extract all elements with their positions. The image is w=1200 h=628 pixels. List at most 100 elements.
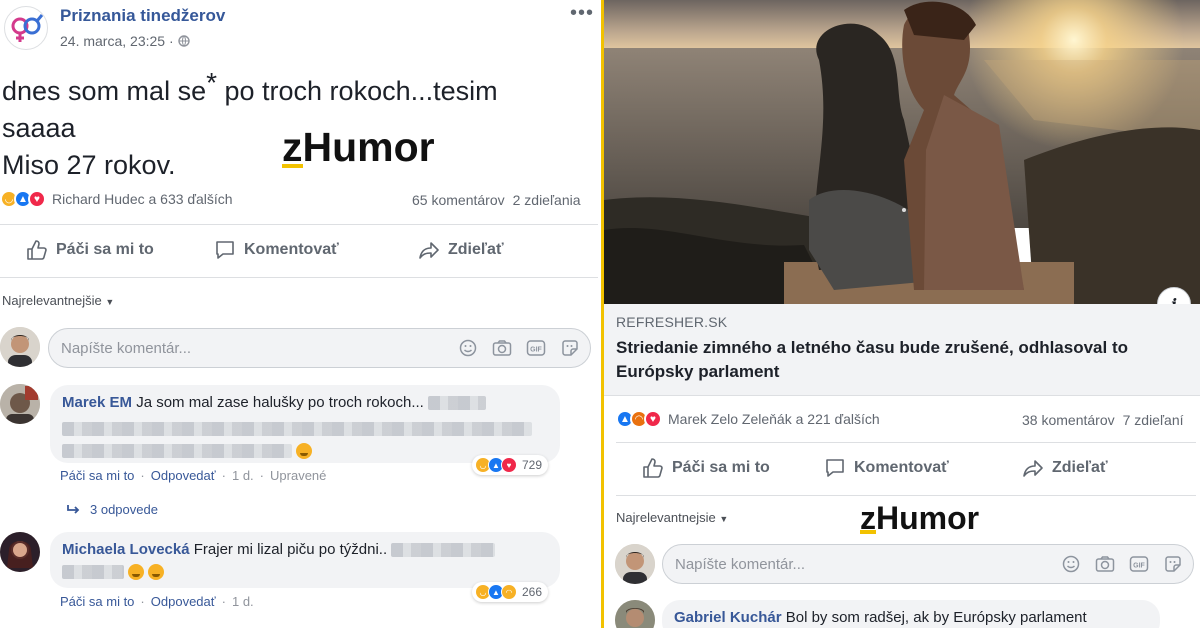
- comment-button[interactable]: Komentovať: [824, 457, 949, 479]
- more-dots-icon[interactable]: •••: [570, 2, 594, 25]
- comment-input[interactable]: [61, 329, 441, 367]
- comment-input[interactable]: [675, 545, 1055, 583]
- comment-input-box[interactable]: GIF: [48, 328, 591, 368]
- separator: ·: [259, 468, 265, 483]
- couple-sunset-photo: [604, 0, 1200, 304]
- emoji-icon[interactable]: [1061, 554, 1081, 574]
- view-replies-link[interactable]: 3 odpovede: [66, 502, 158, 517]
- gif-icon[interactable]: GIF: [1129, 554, 1149, 574]
- watermark-z: z: [282, 124, 303, 170]
- speech-bubble-icon: [826, 459, 844, 477]
- comments-count[interactable]: 65 komentárov: [412, 192, 505, 208]
- watermark-text: Humor: [302, 124, 435, 170]
- emoji-icon: [296, 443, 313, 460]
- link-preview-box[interactable]: REFRESHER.SK Striedanie zimného a letnéh…: [604, 304, 1200, 396]
- user-photo: [615, 600, 655, 628]
- post-timestamp[interactable]: 24. marca, 23:25 ·: [60, 33, 190, 49]
- comment-edited[interactable]: Upravené: [270, 468, 326, 483]
- sticker-icon[interactable]: [1163, 554, 1183, 574]
- sticker-icon[interactable]: [560, 338, 580, 358]
- blurred-text: [391, 543, 496, 558]
- divider-line: [616, 442, 1196, 443]
- comment-author[interactable]: Michaela Lovecká: [62, 541, 190, 558]
- comment-like-link[interactable]: Páči sa mi to: [60, 468, 134, 483]
- reaction-count: 266: [522, 585, 543, 599]
- comment-reply-link[interactable]: Odpovedať: [151, 468, 216, 483]
- svg-text:GIF: GIF: [530, 347, 542, 354]
- comment-reply-link[interactable]: Odpovedať: [151, 594, 216, 609]
- page-logo-icon: [11, 14, 44, 42]
- share-button[interactable]: Zdieľať: [1022, 457, 1108, 479]
- reactions-text[interactable]: Marek Zelo Zeleňák a 221 ďalších: [668, 411, 880, 427]
- comment-text: Frajer mi lizal piču po týždni..: [193, 541, 388, 558]
- comment-bubble: Marek EM Ja som mal zase halušky po troc…: [50, 385, 560, 463]
- love-reaction-icon: ♥: [644, 410, 662, 428]
- share-label: Zdieľať: [1052, 459, 1108, 476]
- comments-count[interactable]: 38 komentárov: [1022, 412, 1115, 428]
- reactions-text[interactable]: Richard Hudec a 633 ďalších: [52, 191, 233, 207]
- zhumor-watermark: z Humor: [282, 124, 435, 171]
- shares-count[interactable]: 2 zdieľania: [513, 192, 581, 208]
- chevron-down-icon: ▼: [105, 297, 115, 307]
- blurred-text: [428, 396, 486, 411]
- comment-button[interactable]: Komentovať: [214, 239, 339, 261]
- blurred-text: [62, 444, 292, 459]
- zhumor-watermark: z Humor: [860, 500, 979, 537]
- share-button[interactable]: Zdieľať: [418, 239, 504, 261]
- thumbs-up-icon: [643, 458, 663, 478]
- shares-count[interactable]: 7 zdieľaní: [1123, 412, 1184, 428]
- post-line1-b: po troch rokoch...tesim: [217, 76, 498, 106]
- page-avatar[interactable]: [4, 6, 48, 50]
- comment-time[interactable]: 1 d.: [232, 468, 254, 483]
- comment-reactions[interactable]: ◡ ▲ ◠ 266: [472, 582, 549, 602]
- commenter-avatar[interactable]: [615, 600, 655, 628]
- comment-author[interactable]: Gabriel Kuchár: [674, 609, 782, 626]
- sad-reaction-icon: ◠: [501, 584, 517, 600]
- chevron-down-icon: ▼: [719, 514, 729, 524]
- gif-icon[interactable]: GIF: [526, 338, 546, 358]
- comment-sort-dropdown[interactable]: Najrelevantnejsie ▼: [616, 510, 728, 525]
- globe-icon: [177, 35, 190, 47]
- link-preview-image[interactable]: [604, 0, 1200, 304]
- like-button[interactable]: Páči sa mi to: [26, 239, 154, 261]
- timestamp-text[interactable]: 24. marca, 23:25 ·: [60, 33, 174, 49]
- left-post: Priznania tinedžerov 24. marca, 23:25 · …: [0, 0, 601, 628]
- comment-actions: Páči sa mi to · Odpovedať · 1 d. · Uprav…: [60, 468, 326, 483]
- commenter-avatar[interactable]: [0, 384, 40, 424]
- reactions-summary[interactable]: ▲ ◠ ♥ Marek Zelo Zeleňák a 221 ďalších: [616, 410, 880, 428]
- separator: ·: [221, 594, 226, 609]
- comment-bubble: Gabriel Kuchár Bol by som radšej, ak by …: [662, 600, 1160, 628]
- comment-reactions[interactable]: ◡ ▲ ♥ 729: [472, 455, 549, 475]
- comment-actions: Páči sa mi to · Odpovedať · 1 d.: [60, 594, 254, 609]
- camera-icon[interactable]: [1095, 554, 1115, 574]
- like-button[interactable]: Páči sa mi to: [642, 457, 770, 479]
- link-title[interactable]: Striedanie zimného a letného času bude z…: [616, 336, 1176, 384]
- current-user-avatar[interactable]: [615, 544, 655, 584]
- comment-label: Komentovať: [854, 459, 949, 476]
- comment-text: Ja som mal zase halušky po troch rokoch.…: [136, 394, 424, 411]
- input-icons: GIF: [458, 338, 580, 358]
- comment-input-box[interactable]: GIF: [662, 544, 1194, 584]
- page-name[interactable]: Priznania tinedžerov: [60, 6, 225, 26]
- blurred-text: [62, 422, 532, 437]
- separator: ·: [140, 594, 145, 609]
- comment-sort-dropdown[interactable]: Najrelevantnejšie ▼: [2, 293, 114, 308]
- comment-author[interactable]: Marek EM: [62, 394, 132, 411]
- share-label: Zdieľať: [448, 241, 504, 258]
- comment-like-link[interactable]: Páči sa mi to: [60, 594, 134, 609]
- love-reaction-icon: ♥: [501, 457, 517, 473]
- divider-line: [0, 224, 598, 225]
- divider-line: [616, 495, 1196, 496]
- comment-time[interactable]: 1 d.: [232, 594, 254, 609]
- emoji-icon[interactable]: [458, 338, 478, 358]
- camera-icon[interactable]: [492, 338, 512, 358]
- watermark-z: z: [860, 500, 876, 536]
- right-post: i REFRESHER.SK Striedanie zimného a letn…: [604, 0, 1200, 628]
- reply-arrow-icon: [67, 504, 80, 514]
- replies-count: 3 odpovede: [90, 502, 158, 517]
- user-photo: [0, 327, 40, 367]
- separator: ·: [221, 468, 226, 483]
- commenter-avatar[interactable]: [0, 532, 40, 572]
- current-user-avatar[interactable]: [0, 327, 40, 367]
- reactions-summary[interactable]: ◡ ▲ ♥ Richard Hudec a 633 ďalších: [0, 190, 233, 208]
